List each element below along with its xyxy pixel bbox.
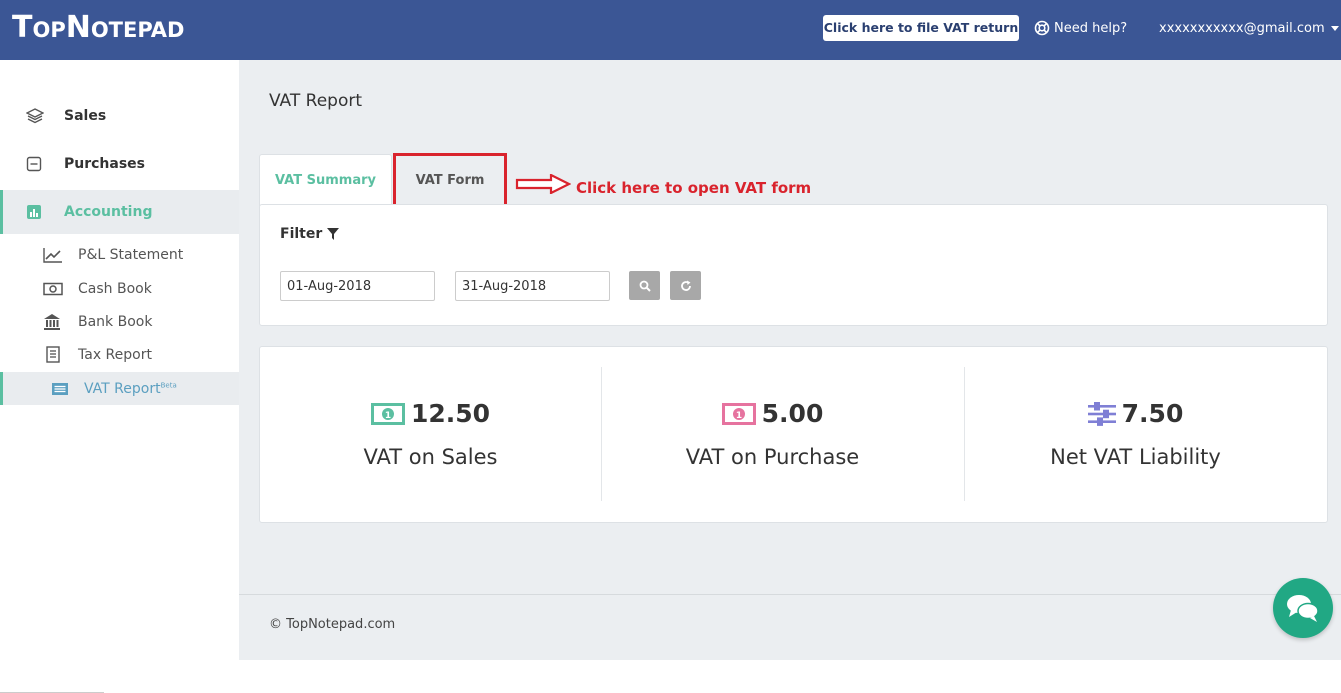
filter-title: Filter	[280, 226, 340, 242]
line-chart-icon	[43, 247, 62, 263]
stat-value: 5.00	[761, 399, 824, 428]
sidebar-subitem-cash-book[interactable]: Cash Book	[0, 272, 239, 305]
sidebar-item-accounting[interactable]: Accounting	[0, 190, 239, 234]
tab-vat-summary[interactable]: VAT Summary	[259, 154, 392, 206]
layers-icon	[26, 108, 44, 124]
sidebar-item-label: Sales	[64, 108, 107, 124]
money-icon: 1	[721, 402, 756, 425]
sidebar-item-purchases[interactable]: Purchases	[0, 142, 239, 186]
search-icon	[639, 280, 651, 292]
need-help-link[interactable]: Need help?	[1034, 20, 1127, 36]
stat-vat-on-purchase: 1 5.00 VAT on Purchase	[602, 347, 943, 524]
filter-panel: Filter	[259, 204, 1328, 326]
page-title: VAT Report	[269, 91, 362, 111]
receipt-icon	[46, 346, 60, 363]
sidebar: Sales Purchases Accounting P&L Statement…	[0, 60, 239, 693]
filter-icon	[327, 228, 340, 240]
need-help-label: Need help?	[1054, 20, 1128, 36]
report-tabs: VAT Summary VAT Form	[259, 153, 507, 207]
sidebar-item-sales[interactable]: Sales	[0, 94, 239, 138]
main-content: VAT Report VAT Summary VAT Form Click he…	[239, 60, 1341, 660]
money-icon	[43, 282, 63, 295]
annotation-text: Click here to open VAT form	[576, 179, 812, 197]
sidebar-item-label: Purchases	[64, 156, 146, 172]
user-email: xxxxxxxxxxx@gmail.com	[1159, 21, 1325, 36]
money-icon: 1	[370, 402, 405, 425]
sliders-icon	[1087, 401, 1116, 426]
sidebar-subitem-bank-book[interactable]: Bank Book	[0, 305, 239, 338]
stat-value-row: 7.50	[965, 399, 1306, 428]
footer-divider	[239, 594, 1341, 595]
search-button[interactable]	[629, 271, 660, 300]
stat-value: 7.50	[1121, 399, 1184, 428]
stat-value-row: 1 5.00	[602, 399, 943, 428]
list-alt-icon	[52, 382, 68, 395]
stat-net-vat-liability: 7.50 Net VAT Liability	[965, 347, 1306, 524]
bank-icon	[44, 313, 60, 330]
chat-button[interactable]	[1273, 578, 1333, 638]
to-date-input[interactable]	[455, 271, 610, 301]
footer-copyright: © TopNotepad.com	[269, 617, 396, 632]
user-menu[interactable]: xxxxxxxxxxx@gmail.com	[1159, 21, 1339, 36]
sidebar-subitem-label: Cash Book	[78, 280, 152, 297]
sidebar-subitem-label: Bank Book	[78, 313, 153, 330]
refresh-icon	[680, 280, 691, 291]
svg-text:1: 1	[736, 411, 742, 421]
top-navbar: TopNotepad Click here to file VAT return…	[0, 0, 1341, 60]
sidebar-subitem-tax-report[interactable]: Tax Report	[0, 338, 239, 371]
annotation-arrow-icon	[515, 174, 571, 194]
svg-text:1: 1	[385, 411, 391, 421]
stat-label: VAT on Purchase	[685, 445, 860, 469]
stat-label: Net VAT Liability	[1050, 445, 1221, 469]
beta-badge: Beta	[160, 380, 177, 389]
logo-text: TopNotepad	[12, 10, 185, 45]
from-date-input[interactable]	[280, 271, 435, 301]
vat-stats-panel: 1 12.50 VAT on Sales 1 5.00 VAT on Purch…	[259, 346, 1328, 523]
minus-square-icon	[26, 156, 42, 172]
vat-report-label: VAT Report	[84, 380, 161, 397]
stat-label: VAT on Sales	[363, 445, 498, 469]
sidebar-subitem-vat-report[interactable]: VAT ReportBeta	[0, 372, 239, 405]
logo[interactable]: TopNotepad	[12, 10, 184, 45]
filter-label: Filter	[280, 226, 323, 242]
sidebar-item-label: Accounting	[64, 204, 153, 220]
stat-value-row: 1 12.50	[260, 399, 601, 428]
sidebar-subitem-label: Tax Report	[78, 346, 152, 363]
reset-button[interactable]	[670, 271, 701, 300]
file-vat-return-button[interactable]: Click here to file VAT return	[823, 15, 1019, 41]
stat-value: 12.50	[410, 399, 491, 428]
sidebar-subitem-label: VAT ReportBeta	[84, 381, 177, 397]
sidebar-subitem-pl-statement[interactable]: P&L Statement	[0, 238, 239, 271]
bar-chart-icon	[27, 205, 41, 219]
stat-vat-on-sales: 1 12.50 VAT on Sales	[260, 347, 601, 524]
lifebuoy-icon	[1034, 20, 1050, 36]
tab-vat-form[interactable]: VAT Form	[393, 153, 507, 207]
chevron-down-icon	[1330, 26, 1339, 31]
chat-bubbles-icon	[1287, 595, 1319, 622]
sidebar-subitem-label: P&L Statement	[78, 246, 184, 263]
